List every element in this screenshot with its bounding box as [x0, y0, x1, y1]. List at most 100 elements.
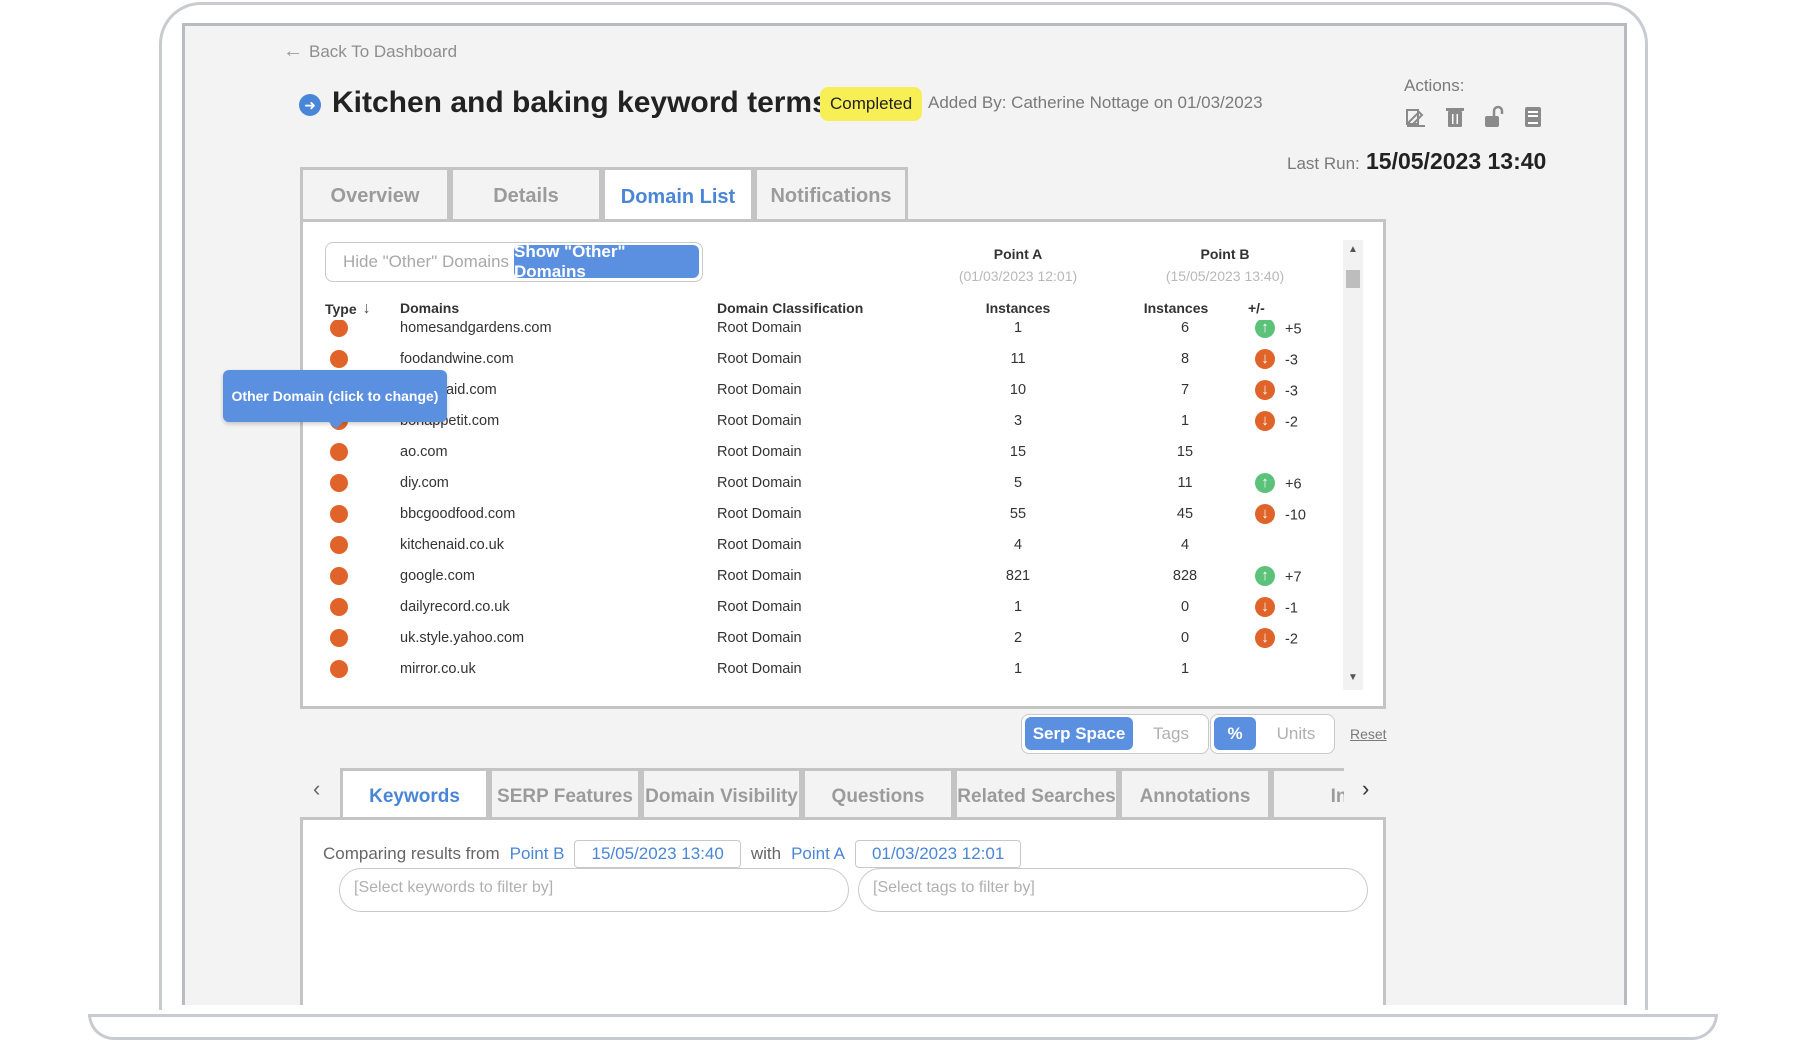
arrow-down-icon: ↓ — [1255, 627, 1275, 648]
domain-cell: mirror.co.uk — [400, 660, 476, 677]
other-domain-tooltip: Other Domain (click to change) — [223, 370, 447, 429]
domain-cell: google.com — [400, 567, 475, 584]
change-cell: -2 — [1285, 631, 1298, 648]
tab-questions[interactable]: Questions — [802, 768, 954, 822]
domain-cell: dailyrecord.co.uk — [400, 598, 510, 615]
metric-toggle: Serp Space Tags — [1021, 714, 1209, 754]
other-domain-type-icon[interactable] — [330, 442, 348, 461]
tab-serp-features[interactable]: SERP Features — [489, 768, 641, 822]
arrow-left-icon: ← — [283, 40, 303, 62]
scrollbar-thumb[interactable] — [1346, 270, 1360, 288]
tags-button[interactable]: Tags — [1138, 715, 1204, 752]
other-domain-type-icon[interactable] — [330, 566, 348, 585]
trash-icon[interactable] — [1443, 105, 1467, 129]
domain-cell: kitchenaid.co.uk — [400, 536, 504, 553]
point-b-link[interactable]: Point B — [510, 844, 565, 864]
units-button[interactable]: Units — [1263, 715, 1329, 752]
arrow-down-icon: ↓ — [1255, 596, 1275, 617]
added-by-text: Added By: Catherine Nottage on 01/03/202… — [928, 93, 1263, 112]
scrollbar[interactable]: ▲ ▼ — [1343, 240, 1363, 690]
change-cell: -3 — [1285, 383, 1298, 400]
tab-overview[interactable]: Overview — [300, 167, 450, 223]
point-b-date-select[interactable]: 15/05/2023 13:40 — [574, 840, 741, 868]
keywords-filter-input[interactable]: [Select keywords to filter by] — [339, 868, 849, 912]
other-domain-type-icon[interactable] — [330, 320, 348, 337]
instances-b-column-header: Instances — [1143, 300, 1209, 316]
classification-cell: Root Domain — [717, 320, 802, 336]
other-domain-type-icon[interactable] — [330, 349, 348, 368]
point-a-date-select[interactable]: 01/03/2023 12:01 — [854, 840, 1022, 868]
reset-link[interactable]: Reset — [1350, 726, 1387, 742]
info-arrow-icon: ➜ — [299, 94, 321, 116]
tabs-scroll-left-icon[interactable]: ‹ — [313, 776, 320, 802]
arrow-up-icon: ↑ — [1255, 565, 1275, 586]
table-row: foodnetwork.comRoot Domain1310↓-3 — [303, 684, 1343, 686]
domain-cell: ao.com — [400, 443, 448, 460]
classification-cell: Root Domain — [717, 412, 802, 429]
instances-b-cell: 6 — [1180, 320, 1190, 336]
tooltip-pointer — [329, 422, 343, 429]
other-domain-type-icon[interactable] — [330, 659, 348, 678]
domain-table: homesandgardens.com Root Domain 1 6 ↑ +5 fooda… — [303, 320, 1343, 686]
tab-insights[interactable]: Insi — [1271, 768, 1344, 822]
hide-other-domains-button[interactable]: Hide "Other" Domains — [336, 243, 516, 280]
arrow-down-icon: ↓ — [1255, 503, 1275, 524]
other-domain-type-icon[interactable] — [330, 504, 348, 523]
table-row: kitchenaid.com Root Domain 10 7 ↓ -3 — [303, 374, 1343, 405]
other-domain-type-icon[interactable] — [330, 535, 348, 554]
tab-keywords[interactable]: Keywords — [340, 768, 489, 822]
tab-domain-list[interactable]: Domain List — [602, 167, 754, 225]
tab-details[interactable]: Details — [450, 167, 602, 223]
classification-cell: Root Domain — [717, 629, 802, 646]
report-icon[interactable] — [1521, 105, 1545, 129]
other-domain-type-icon[interactable] — [330, 628, 348, 647]
table-row: homesandgardens.com Root Domain 1 6 ↑ +5 — [303, 320, 1343, 343]
instances-b-cell: 7 — [1180, 381, 1190, 398]
tab-notifications[interactable]: Notifications — [754, 167, 908, 223]
show-other-domains-button[interactable]: Show "Other" Domains — [514, 242, 699, 281]
classification-cell: Root Domain — [717, 660, 802, 677]
instances-a-cell: 2 — [1013, 629, 1023, 646]
serp-space-button[interactable]: Serp Space — [1025, 717, 1133, 750]
back-to-dashboard-link[interactable]: ← Back To Dashboard — [283, 40, 457, 63]
table-row: bonappetit.com Root Domain 3 1 ↓ -2 — [303, 405, 1343, 436]
instances-a-cell: 1 — [1013, 660, 1023, 677]
point-a-link[interactable]: Point A — [791, 844, 845, 864]
classification-cell: Root Domain — [717, 381, 802, 398]
point-a-date: (01/03/2023 12:01) — [958, 268, 1078, 284]
other-domain-type-icon[interactable] — [330, 597, 348, 616]
tab-related-searches[interactable]: Related Searches — [954, 768, 1119, 822]
edit-icon[interactable] — [1404, 105, 1428, 129]
table-row: foodandwine.com Root Domain 11 8 ↓ -3 — [303, 343, 1343, 374]
table-row: mirror.co.uk Root Domain 1 1 — [303, 653, 1343, 684]
tags-filter-input[interactable]: [Select tags to filter by] — [858, 868, 1368, 912]
unlock-icon[interactable] — [1482, 105, 1506, 129]
instances-b-cell: 0 — [1180, 629, 1190, 646]
classification-cell: Root Domain — [717, 567, 802, 584]
table-row: bbcgoodfood.com Root Domain 55 45 ↓ -10 — [303, 498, 1343, 529]
type-column-header[interactable]: Type ↓ — [325, 300, 371, 318]
instances-a-cell: 10 — [1009, 381, 1027, 398]
scroll-down-icon[interactable]: ▼ — [1348, 672, 1358, 683]
instances-a-cell: 15 — [1009, 443, 1027, 460]
domain-cell: diy.com — [400, 474, 449, 491]
compare-bar: Comparing results from Point B 15/05/202… — [323, 840, 1022, 868]
tab-domain-visibility[interactable]: Domain Visibility — [641, 768, 802, 822]
table-row: dailyrecord.co.uk Root Domain 1 0 ↓ -1 — [303, 591, 1343, 622]
table-row: ao.com Root Domain 15 15 — [303, 436, 1343, 467]
arrow-down-icon: ↓ — [1255, 410, 1275, 431]
sort-down-icon: ↓ — [362, 300, 371, 317]
change-cell: -10 — [1285, 507, 1306, 524]
tab-annotations[interactable]: Annotations — [1119, 768, 1271, 822]
change-column-header: +/- — [1248, 300, 1265, 316]
percent-button[interactable]: % — [1214, 717, 1256, 750]
instances-a-cell: 1 — [1013, 320, 1023, 336]
other-domain-type-icon[interactable] — [330, 473, 348, 492]
instances-a-cell: 5 — [1013, 474, 1023, 491]
page-title: Kitchen and baking keyword terms — [332, 86, 829, 119]
scroll-up-icon[interactable]: ▲ — [1348, 244, 1358, 255]
change-cell: -2 — [1285, 414, 1298, 431]
tabs-scroll-right-icon[interactable]: › — [1362, 776, 1369, 802]
classification-cell: Root Domain — [717, 350, 802, 367]
instances-a-cell: 11 — [1010, 350, 1026, 367]
